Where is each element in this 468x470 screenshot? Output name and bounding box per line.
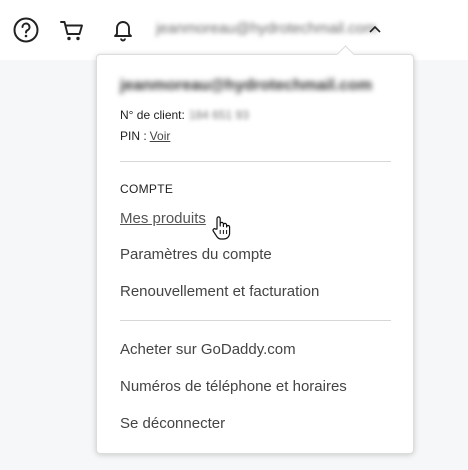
pin-label: PIN : (120, 129, 147, 143)
client-number-label: N° de client: (120, 108, 185, 122)
divider (120, 161, 391, 162)
menu-item-renewals-billing[interactable]: Renouvellement et facturation (120, 283, 319, 300)
divider (120, 320, 391, 321)
menu-item-phone-hours[interactable]: Numéros de téléphone et horaires (120, 378, 347, 395)
client-number-value: 184 651 93 (188, 108, 249, 122)
pin-view-link[interactable]: Voir (150, 129, 171, 143)
account-dropdown-panel: jeanmoreau@hydrotechmail.com N° de clien… (96, 45, 414, 454)
help-icon[interactable] (12, 16, 40, 44)
client-number-row: N° de client: 184 651 93 (120, 108, 249, 122)
pin-row: PIN : Voir (120, 129, 170, 143)
menu-item-account-settings[interactable]: Paramètres du compte (120, 246, 272, 263)
account-email: jeanmoreau@hydrotechmail.com (120, 77, 373, 94)
bell-icon[interactable] (110, 16, 136, 44)
menu-item-buy-godaddy[interactable]: Acheter sur GoDaddy.com (120, 341, 296, 358)
section-title-account: COMPTE (120, 182, 174, 196)
hand-pointer-icon (211, 215, 231, 246)
top-navigation-bar: jeanmoreau@hydrotechmail.com (0, 0, 468, 60)
menu-item-my-products[interactable]: Mes produits (120, 210, 206, 227)
account-email-menu[interactable]: jeanmoreau@hydrotechmail.com (156, 20, 376, 37)
caret-up-icon[interactable] (366, 20, 384, 38)
menu-item-sign-out[interactable]: Se déconnecter (120, 415, 225, 432)
cart-icon[interactable] (58, 16, 86, 44)
